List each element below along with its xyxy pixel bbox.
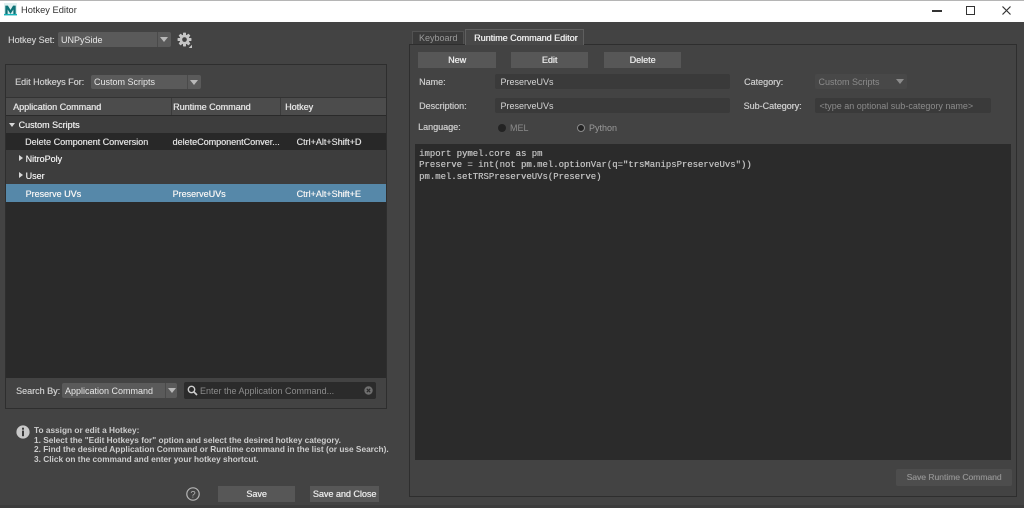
svg-text:?: ? xyxy=(190,489,195,500)
